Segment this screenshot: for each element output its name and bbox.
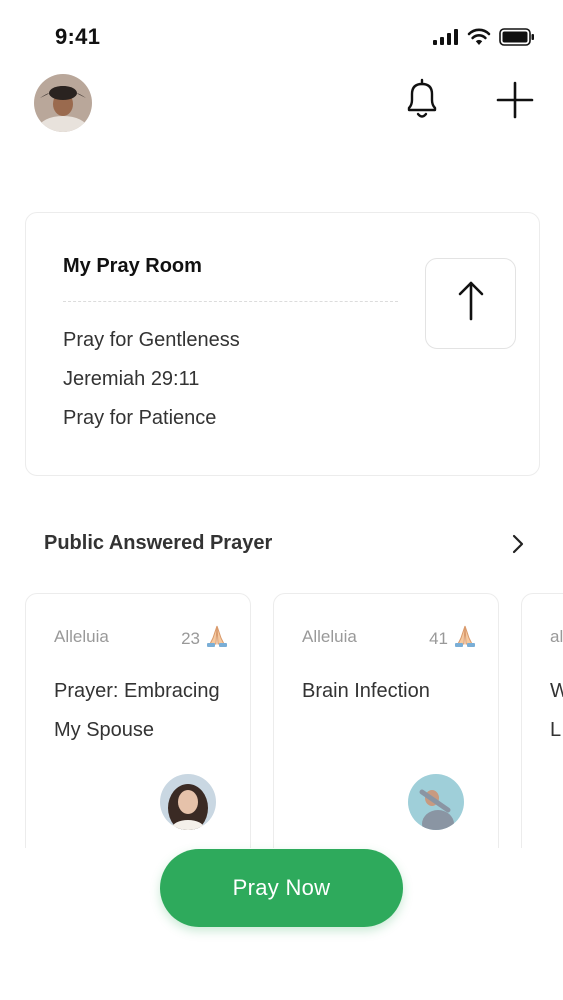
prayer-card[interactable]: Alleluia 23 Prayer: Embracing My Spouse: [25, 593, 251, 853]
divider: [63, 301, 398, 302]
section-title: Public Answered Prayer: [44, 532, 273, 554]
author-avatar[interactable]: [408, 774, 464, 830]
see-all-button[interactable]: [506, 532, 530, 560]
card-title: Prayer: Embracing My Spouse: [54, 680, 220, 741]
notifications-button[interactable]: [400, 78, 444, 126]
add-button[interactable]: [493, 78, 537, 126]
answered-prayer-carousel[interactable]: Alleluia 23 Prayer: Embracing My Spouse: [0, 593, 563, 853]
pray-room-card[interactable]: My Pray Room Pray for Gentleness Jeremia…: [25, 212, 540, 476]
card-tag: Alleluia: [302, 627, 357, 646]
pray-room-title: My Pray Room: [63, 255, 202, 277]
wifi-icon: [467, 28, 491, 51]
card-title: W L: [550, 680, 563, 741]
author-avatar[interactable]: [160, 774, 216, 830]
card-tag: Alleluia: [54, 627, 109, 646]
pray-count[interactable]: 41: [429, 624, 478, 653]
pray-room-item[interactable]: Pray for Patience: [63, 407, 216, 430]
pray-count-value: 41: [429, 628, 448, 648]
share-button[interactable]: [425, 258, 516, 349]
status-bar: 9:41: [0, 0, 563, 72]
prayer-card[interactable]: Alleluia 41 Brain Infection: [273, 593, 499, 853]
pray-room-item[interactable]: Jeremiah 29:11: [63, 368, 199, 391]
card-tag: al: [550, 627, 563, 646]
plus-icon: [495, 80, 535, 125]
praying-hands-icon: [204, 624, 230, 653]
signal-icon: [433, 29, 459, 50]
card-title: Brain Infection: [302, 680, 430, 702]
pray-room-item[interactable]: Pray for Gentleness: [63, 329, 240, 352]
pray-count-value: 23: [181, 628, 200, 648]
pray-now-button[interactable]: Pray Now: [160, 849, 403, 927]
chevron-right-icon: [511, 533, 525, 560]
bell-icon: [402, 78, 442, 127]
prayer-card[interactable]: al W L: [521, 593, 563, 853]
status-time: 9:41: [55, 24, 101, 49]
battery-icon: [499, 28, 535, 51]
praying-hands-icon: [452, 624, 478, 653]
arrow-up-icon: [456, 279, 486, 328]
pray-count[interactable]: 23: [181, 624, 230, 653]
user-avatar[interactable]: [34, 74, 92, 132]
status-icons: [433, 28, 535, 51]
